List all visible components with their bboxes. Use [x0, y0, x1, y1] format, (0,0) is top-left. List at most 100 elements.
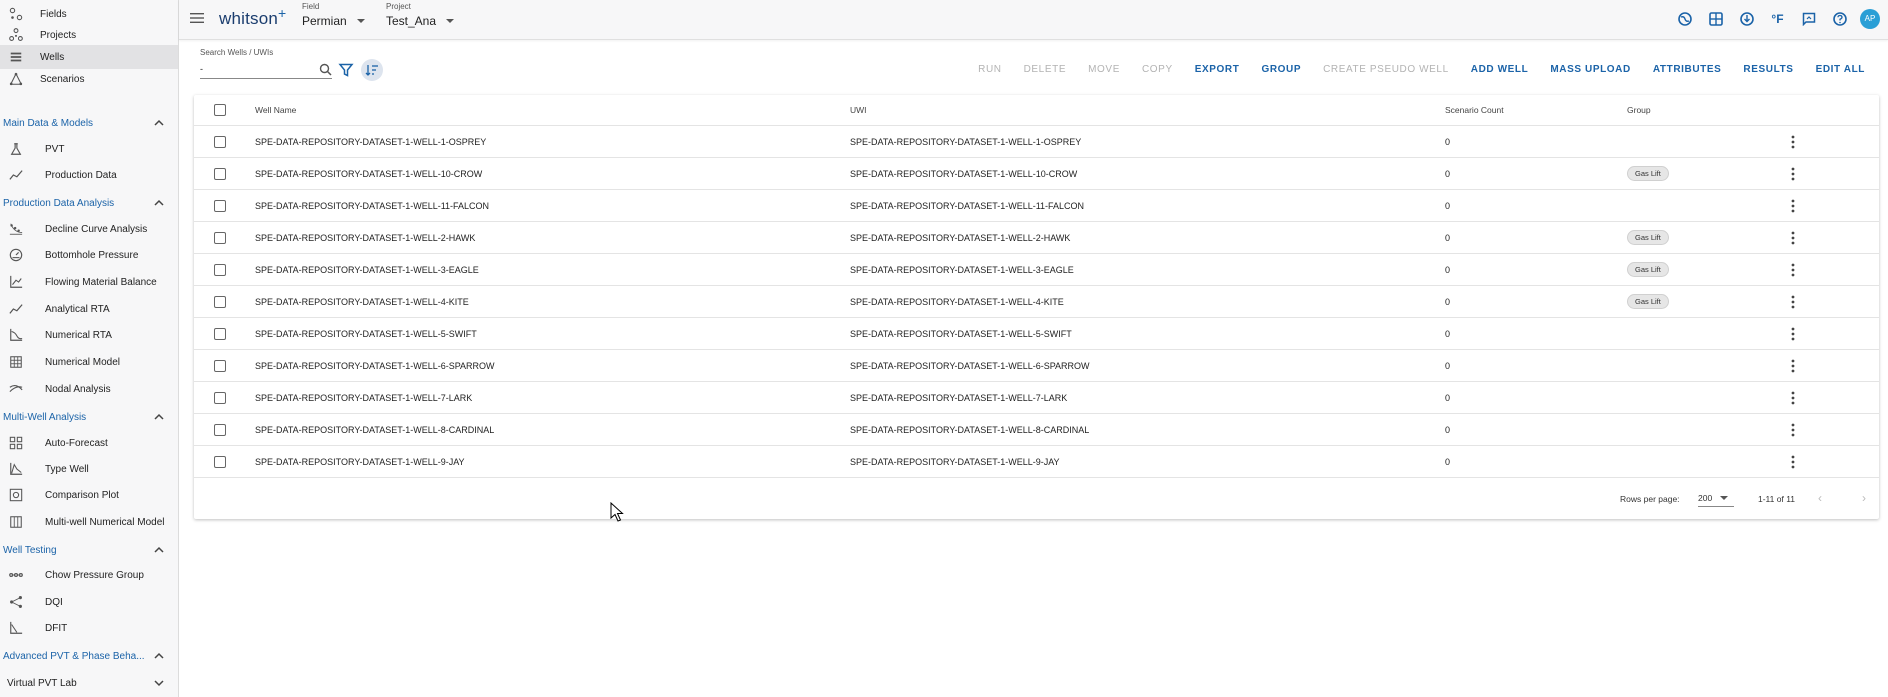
feedback-icon[interactable] [1798, 8, 1819, 29]
column-header-group[interactable]: Group [1627, 95, 1651, 125]
results-button[interactable]: RESULTS [1732, 64, 1804, 75]
more-vert-icon[interactable] [1791, 295, 1795, 309]
sidebar-item-chow-pressure-group[interactable]: Chow Pressure Group [0, 563, 178, 587]
chevron-left-icon[interactable]: ‹ [1818, 491, 1822, 505]
mass-upload-button[interactable]: MASS UPLOAD [1539, 64, 1642, 75]
chevron-up-icon [152, 649, 166, 663]
table-row[interactable]: SPE-DATA-REPOSITORY-DATASET-1-WELL-9-JAY… [194, 446, 1879, 478]
section-well-testing[interactable]: Well Testing [0, 538, 178, 562]
sidebar-item-multi-well-numerical-model[interactable]: Multi-well Numerical Model [0, 510, 178, 534]
sidebar-item-numerical-model[interactable]: Numerical Model [0, 350, 178, 374]
row-checkbox[interactable] [214, 199, 226, 212]
table-row[interactable]: SPE-DATA-REPOSITORY-DATASET-1-WELL-10-CR… [194, 158, 1879, 190]
menu-icon[interactable] [190, 12, 204, 24]
copy-button[interactable]: COPY [1131, 64, 1184, 75]
more-vert-icon[interactable] [1791, 199, 1795, 213]
table-row[interactable]: SPE-DATA-REPOSITORY-DATASET-1-WELL-7-LAR… [194, 382, 1879, 414]
section-production-data-analysis[interactable]: Production Data Analysis [0, 191, 178, 215]
globe-icon[interactable] [1674, 8, 1695, 29]
sidebar-item-wells[interactable]: Wells [0, 45, 178, 69]
field-selector[interactable]: Field Permian [302, 2, 365, 28]
more-vert-icon[interactable] [1791, 423, 1795, 437]
more-vert-icon[interactable] [1791, 231, 1795, 245]
table-row[interactable]: SPE-DATA-REPOSITORY-DATASET-1-WELL-11-FA… [194, 190, 1879, 222]
attributes-button[interactable]: ATTRIBUTES [1642, 64, 1733, 75]
row-checkbox[interactable] [214, 327, 226, 340]
table-row[interactable]: SPE-DATA-REPOSITORY-DATASET-1-WELL-5-SWI… [194, 318, 1879, 350]
avatar[interactable]: AP [1860, 8, 1880, 29]
more-vert-icon[interactable] [1791, 359, 1795, 373]
table-row[interactable]: SPE-DATA-REPOSITORY-DATASET-1-WELL-3-EAG… [194, 254, 1879, 286]
section-multi-well-analysis[interactable]: Multi-Well Analysis [0, 405, 178, 429]
sidebar-item-comparison-plot[interactable]: Comparison Plot [0, 483, 178, 507]
export-button[interactable]: EXPORT [1184, 64, 1251, 75]
chevron-down-icon [356, 19, 365, 23]
sidebar-item-projects[interactable]: Projects [0, 23, 178, 47]
table-row[interactable]: SPE-DATA-REPOSITORY-DATASET-1-WELL-8-CAR… [194, 414, 1879, 446]
sidebar-item-dqi[interactable]: DQI [0, 590, 178, 614]
column-header-scenario-count[interactable]: Scenario Count [1445, 95, 1504, 125]
search-box: Search Wells / UWIs [200, 48, 332, 79]
row-checkbox[interactable] [214, 455, 226, 468]
create-pseudo-well-button[interactable]: CREATE PSEUDO WELL [1312, 64, 1460, 75]
more-vert-icon[interactable] [1791, 263, 1795, 277]
app-logo[interactable]: whitson+ [219, 5, 286, 29]
table-row[interactable]: SPE-DATA-REPOSITORY-DATASET-1-WELL-4-KIT… [194, 286, 1879, 318]
more-vert-icon[interactable] [1791, 135, 1795, 149]
sidebar-item-dfit[interactable]: DFIT [0, 616, 178, 640]
more-vert-icon[interactable] [1791, 167, 1795, 181]
sidebar-item-label: Bottomhole Pressure [45, 249, 139, 261]
table-grid-icon[interactable] [1705, 8, 1726, 29]
group-button[interactable]: GROUP [1250, 64, 1312, 75]
filter-icon[interactable] [338, 62, 354, 78]
sidebar-item-pvt[interactable]: PVT [0, 137, 178, 161]
download-icon[interactable] [1736, 8, 1757, 29]
table-header: Well Name UWI Scenario Count Group [194, 95, 1879, 126]
row-checkbox[interactable] [214, 263, 226, 276]
move-button[interactable]: MOVE [1077, 64, 1131, 75]
temperature-unit-button[interactable]: °F [1767, 8, 1788, 29]
table-row[interactable]: SPE-DATA-REPOSITORY-DATASET-1-WELL-1-OSP… [194, 126, 1879, 158]
sort-button[interactable] [361, 59, 383, 81]
section-virtual-pvt-lab[interactable]: Virtual PVT Lab [0, 671, 178, 695]
sidebar-item-production-data[interactable]: Production Data [0, 163, 178, 187]
row-checkbox[interactable] [214, 359, 226, 372]
gauge-icon [8, 247, 24, 263]
column-header-well-name[interactable]: Well Name [255, 95, 296, 125]
row-checkbox[interactable] [214, 231, 226, 244]
section-advanced-pvt-phase-beha[interactable]: Advanced PVT & Phase Beha... [0, 644, 178, 668]
more-vert-icon[interactable] [1791, 455, 1795, 469]
row-checkbox[interactable] [214, 167, 226, 180]
table-row[interactable]: SPE-DATA-REPOSITORY-DATASET-1-WELL-2-HAW… [194, 222, 1879, 254]
sidebar-item-type-well[interactable]: Type Well [0, 457, 178, 481]
sidebar-item-auto-forecast[interactable]: Auto-Forecast [0, 431, 178, 455]
project-selector[interactable]: Project Test_Ana [386, 2, 455, 28]
select-all-checkbox[interactable] [214, 104, 226, 116]
more-vert-icon[interactable] [1791, 391, 1795, 405]
table-row[interactable]: SPE-DATA-REPOSITORY-DATASET-1-WELL-6-SPA… [194, 350, 1879, 382]
sidebar-item-nodal-analysis[interactable]: Nodal Analysis [0, 377, 178, 401]
column-header-uwi[interactable]: UWI [850, 95, 867, 125]
sidebar-item-analytical-rta[interactable]: Analytical RTA [0, 297, 178, 321]
row-checkbox[interactable] [214, 423, 226, 436]
sidebar-item-flowing-material-balance[interactable]: Flowing Material Balance [0, 270, 178, 294]
sidebar-item-scenarios[interactable]: Scenarios [0, 67, 178, 91]
sidebar-item-numerical-rta[interactable]: Numerical RTA [0, 323, 178, 347]
run-button[interactable]: RUN [967, 64, 1012, 75]
section-main-data-models[interactable]: Main Data & Models [0, 111, 178, 135]
more-vert-icon[interactable] [1791, 327, 1795, 341]
chevron-right-icon[interactable]: › [1862, 491, 1866, 505]
sidebar-item-decline-curve-analysis[interactable]: Decline Curve Analysis [0, 217, 178, 241]
rows-per-page-select[interactable]: 200 [1698, 489, 1734, 507]
search-icon[interactable] [319, 63, 332, 76]
edit-all-button[interactable]: EDIT ALL [1805, 64, 1876, 75]
well-name-cell: SPE-DATA-REPOSITORY-DATASET-1-WELL-3-EAG… [255, 264, 479, 275]
add-well-button[interactable]: ADD WELL [1460, 64, 1540, 75]
row-checkbox[interactable] [214, 391, 226, 404]
row-checkbox[interactable] [214, 295, 226, 308]
delete-button[interactable]: DELETE [1013, 64, 1078, 75]
help-icon[interactable] [1829, 8, 1850, 29]
search-input[interactable] [200, 64, 310, 74]
sidebar-item-bottomhole-pressure[interactable]: Bottomhole Pressure [0, 243, 178, 267]
row-checkbox[interactable] [214, 135, 226, 148]
